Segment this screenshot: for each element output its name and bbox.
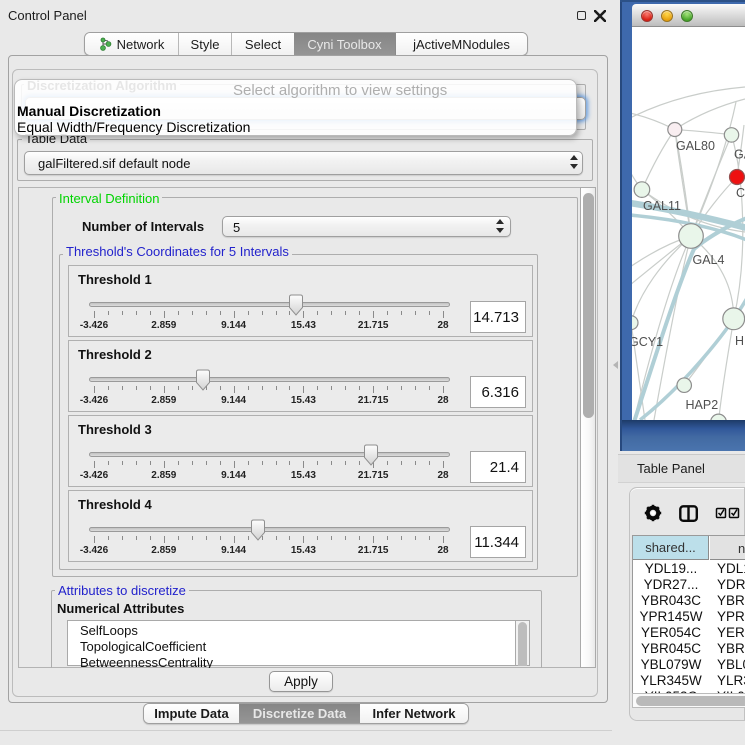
svg-text:H: H (735, 334, 744, 348)
svg-text:GA: GA (734, 148, 745, 162)
svg-text:HAP2: HAP2 (686, 398, 719, 412)
svg-text:GAL4: GAL4 (693, 253, 725, 267)
svg-text:GAL11: GAL11 (643, 199, 681, 213)
svg-text:GCY1: GCY1 (632, 335, 663, 349)
svg-text:C: C (736, 186, 745, 200)
svg-text:GAL80: GAL80 (676, 139, 715, 153)
